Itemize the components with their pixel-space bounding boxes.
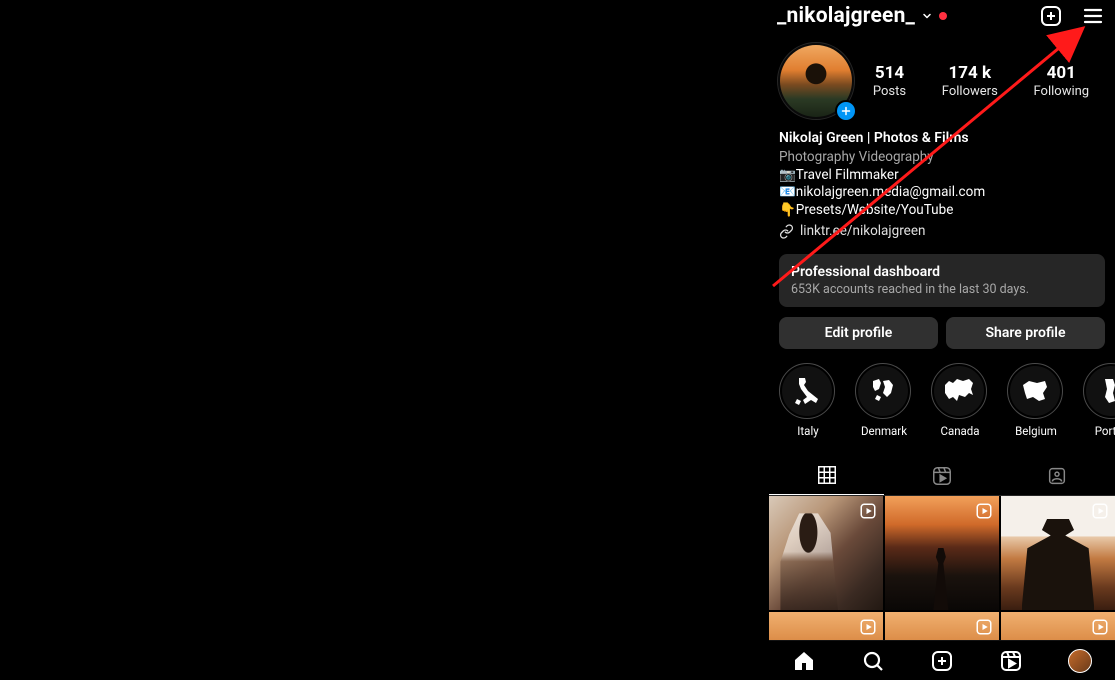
share-profile-button[interactable]: Share profile [946,317,1105,349]
bio-link-text: linktr.ee/nikolajgreen [800,223,925,240]
highlights-row[interactable]: Italy Denmark Canada Belgium Portug [769,349,1115,444]
home-icon [792,649,816,673]
posts-count: 514 [873,63,906,83]
reel-badge-icon [1091,502,1109,520]
professional-dashboard-card[interactable]: Professional dashboard 653K accounts rea… [779,254,1105,307]
profile-avatar[interactable] [777,42,855,120]
denmark-shape-icon [867,375,899,407]
tagged-icon [1046,465,1068,487]
following-label: Following [1034,84,1090,99]
highlight-italy[interactable]: Italy [779,363,837,438]
following-stat[interactable]: 401 Following [1034,63,1090,99]
hamburger-menu-button[interactable] [1079,2,1107,30]
reels-nav-icon [999,649,1023,673]
reels-icon [931,465,953,487]
plus-square-icon [930,649,954,673]
highlight-label: Denmark [855,424,913,438]
profile-actions: Edit profile Share profile [769,307,1115,349]
reel-badge-icon [859,618,877,636]
account-category: Photography Videography [779,149,1105,166]
tab-tagged[interactable] [1000,456,1115,495]
highlight-belgium[interactable]: Belgium [1007,363,1065,438]
notification-dot-icon [939,12,947,20]
edit-profile-button[interactable]: Edit profile [779,317,938,349]
italy-shape-icon [791,375,823,407]
following-count: 401 [1034,63,1090,83]
stats-row: 514 Posts 174 k Followers 401 Following [769,32,1115,126]
followers-label: Followers [942,84,998,99]
highlight-label: Portug [1083,424,1115,438]
highlight-canada[interactable]: Canada [931,363,989,438]
nav-profile[interactable] [1046,641,1115,680]
username-switcher[interactable]: _nikolajgreen_ [777,4,915,28]
portugal-shape-icon [1095,375,1115,407]
bio-line-1: 📷Travel Filmmaker [779,167,1105,184]
tab-reels[interactable] [884,456,999,495]
dashboard-title: Professional dashboard [791,264,1093,280]
nav-home[interactable] [769,641,838,680]
bio-line-2: 📧nikolajgreen.media@gmail.com [779,184,1105,201]
bottom-nav [769,640,1115,680]
create-post-button[interactable] [1037,2,1065,30]
highlight-label: Italy [779,424,837,438]
reel-badge-icon [859,502,877,520]
content-tabs [769,456,1115,496]
highlight-denmark[interactable]: Denmark [855,363,913,438]
reel-badge-icon [1091,618,1109,636]
nav-create[interactable] [907,641,976,680]
highlight-label: Canada [931,424,989,438]
bio-section: Nikolaj Green | Photos & Films Photograp… [769,126,1115,246]
reel-badge-icon [975,502,993,520]
bio-line-3: 👇Presets/Website/YouTube [779,202,1105,219]
followers-count: 174 k [942,63,998,83]
search-icon [861,649,885,673]
tab-grid[interactable] [769,456,884,495]
video-black-area [0,0,769,680]
highlight-portugal[interactable]: Portug [1083,363,1115,438]
dashboard-subtitle: 653K accounts reached in the last 30 day… [791,282,1093,297]
posts-stat[interactable]: 514 Posts [873,63,906,99]
profile-avatar-icon [1068,649,1092,673]
belgium-shape-icon [1019,375,1051,407]
bio-link[interactable]: linktr.ee/nikolajgreen [779,223,1105,240]
post-thumbnail[interactable] [1001,496,1115,610]
canada-shape-icon [943,375,975,407]
profile-header: _nikolajgreen_ [769,0,1115,32]
nav-search[interactable] [838,641,907,680]
nav-reels[interactable] [977,641,1046,680]
highlight-label: Belgium [1007,424,1065,438]
instagram-profile-panel: _nikolajgreen_ 514 [769,0,1115,680]
grid-icon [816,464,838,486]
posts-label: Posts [873,84,906,99]
chevron-down-icon[interactable] [921,7,933,26]
reel-badge-icon [975,618,993,636]
post-thumbnail[interactable] [885,496,999,610]
add-story-badge-icon[interactable] [835,100,857,122]
display-name: Nikolaj Green | Photos & Films [779,130,1105,148]
post-thumbnail[interactable] [769,496,883,610]
followers-stat[interactable]: 174 k Followers [942,63,998,99]
link-icon [779,224,794,239]
